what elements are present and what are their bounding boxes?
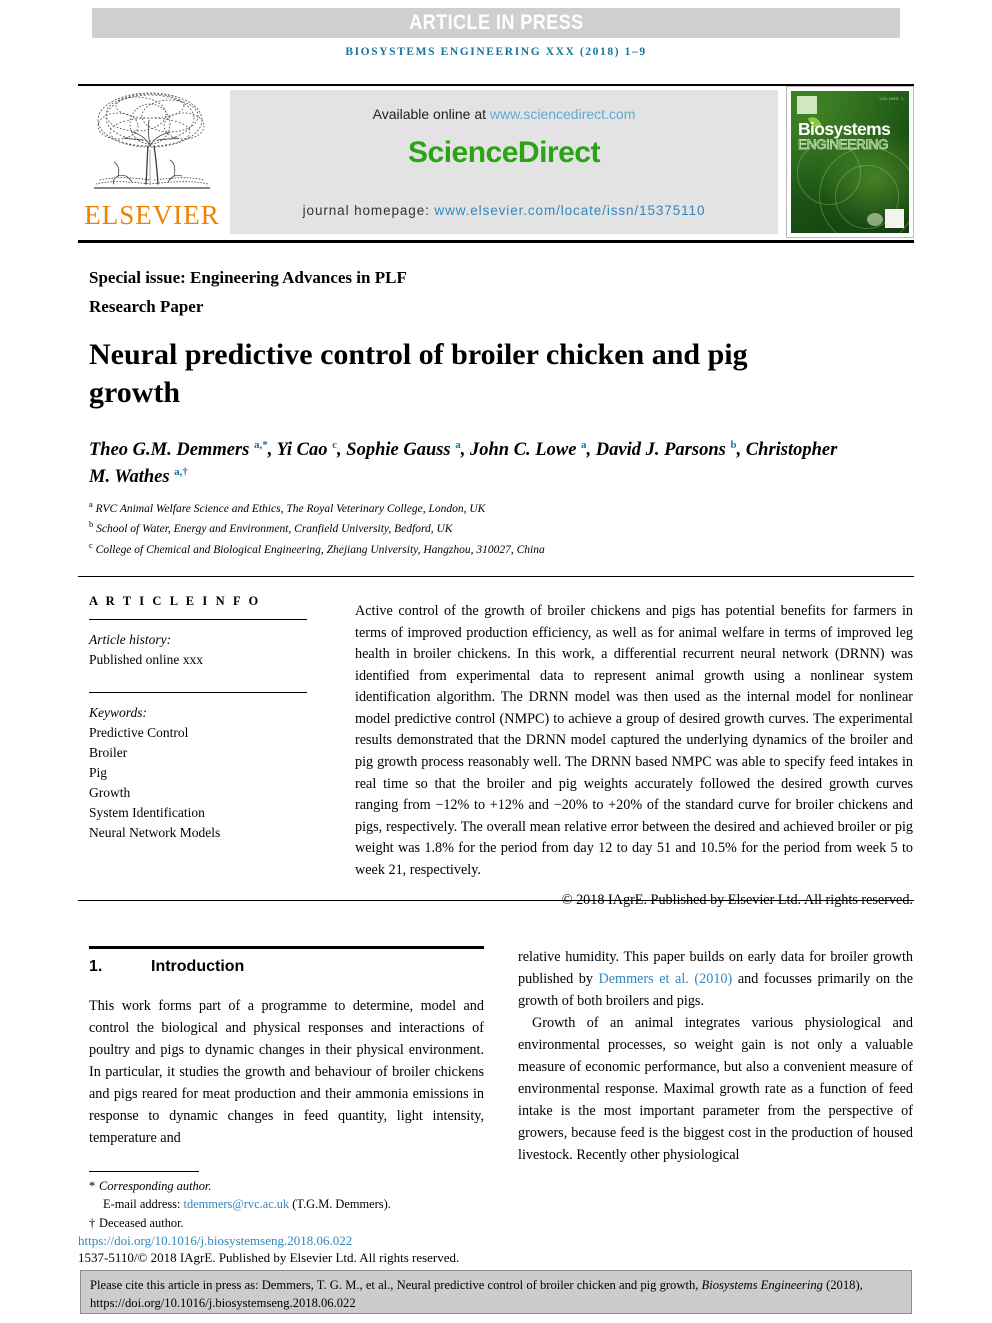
author-separator: , <box>267 440 277 460</box>
affiliation-item: b School of Water, Energy and Environmen… <box>89 518 849 538</box>
masthead-bottom-rule <box>78 240 914 243</box>
special-issue-label: Special issue: Engineering Advances in P… <box>89 268 407 287</box>
page-title: Neural predictive control of broiler chi… <box>89 338 748 410</box>
email-owner: (T.G.M. Demmers). <box>289 1197 391 1212</box>
masthead: ELSEVIER Available online at www.science… <box>78 86 914 238</box>
section-top-rule <box>89 946 484 949</box>
email-label: E-mail address: <box>103 1197 184 1212</box>
author-separator: , <box>586 440 596 460</box>
journal-homepage-prefix: journal homepage: <box>302 203 435 218</box>
footnote-rule <box>89 1171 199 1172</box>
affiliation-list: a RVC Animal Welfare Science and Ethics,… <box>89 498 849 559</box>
cite-text-pre: Please cite this article in press as: De… <box>90 1278 702 1292</box>
body-column-right: relative humidity. This paper builds on … <box>518 946 913 1166</box>
abstract-column: Active control of the growth of broiler … <box>355 601 913 911</box>
keyword-item: Predictive Control <box>89 724 189 740</box>
sciencedirect-logo[interactable]: ScienceDirect <box>408 136 600 170</box>
issn-copyright-line: 1537-5110/© 2018 IAgrE. Published by Els… <box>78 1250 460 1265</box>
author-name: David J. Parsons <box>595 440 731 460</box>
footnote-block: * Corresponding author. E-mail address: t… <box>89 1177 509 1232</box>
cover-logo-badge <box>867 213 883 226</box>
paper-type-label: Research Paper <box>89 297 204 316</box>
article-in-press-label: ARTICLE IN PRESS <box>408 11 584 34</box>
journal-homepage-line: journal homepage: www.elsevier.com/locat… <box>303 203 706 218</box>
corresponding-author-note: * Corresponding author. <box>89 1177 509 1195</box>
journal-running-head: BIOSYSTEMS ENGINEERING XXX (2018) 1–9 <box>345 46 647 58</box>
affiliation-text: College of Chemical and Biological Engin… <box>92 543 545 556</box>
author-separator: , <box>460 440 471 460</box>
available-online-line: Available online at www.sciencedirect.co… <box>373 106 636 122</box>
cite-journal-name: Biosystems Engineering <box>701 1278 823 1292</box>
deceased-author-text: Deceased author. <box>99 1215 184 1230</box>
article-history-label: Article history: <box>89 632 172 647</box>
doi-link[interactable]: https://doi.org/10.1016/j.biosystemseng.… <box>78 1233 352 1249</box>
section-title: Introduction <box>151 958 245 975</box>
email-link[interactable]: tdemmers@rvc.ac.uk <box>184 1197 290 1211</box>
author-list: Theo G.M. Demmers a,*, Yi Cao c, Sophie … <box>89 437 849 491</box>
author-name: Theo G.M. Demmers <box>89 440 254 460</box>
keyword-item: Broiler <box>89 744 128 760</box>
article-history-value: Published online xxx <box>89 651 203 667</box>
author-separator: , <box>736 440 746 460</box>
keyword-item: Neural Network Models <box>89 824 221 840</box>
author-separator: , <box>337 440 347 460</box>
author-name: Yi Cao <box>276 440 333 460</box>
article-info-rule-1 <box>89 619 307 620</box>
deceased-author-mark: † <box>89 1215 96 1230</box>
article-info-column: A R T I C L E I N F O Article history: P… <box>89 594 325 843</box>
elsevier-tree-icon <box>94 92 210 189</box>
author-name: John C. Lowe <box>470 440 582 460</box>
cover-subtitle: ENGINEERING <box>798 137 889 153</box>
cover-barcode-icon <box>797 96 817 114</box>
deceased-author-note: † Deceased author. <box>89 1214 509 1232</box>
corresponding-author-mark: * <box>89 1179 96 1193</box>
author-affiliation-mark: a,* <box>253 438 268 451</box>
keyword-item: Growth <box>89 784 131 800</box>
affiliation-text: School of Water, Energy and Environment,… <box>93 523 453 536</box>
abstract-copyright: © 2018 IAgrE. Published by Elsevier Ltd.… <box>561 891 913 908</box>
elsevier-logo: ELSEVIER <box>78 88 226 238</box>
abstract-top-rule <box>78 576 914 577</box>
journal-homepage-link[interactable]: www.elsevier.com/locate/issn/15375110 <box>434 203 705 218</box>
section-heading: 1. Introduction <box>89 958 244 976</box>
sciencedirect-box: Available online at www.sciencedirect.co… <box>230 90 778 234</box>
cover-title: Biosystems <box>798 119 891 139</box>
keywords-list: Predictive Control Broiler Pig Growth System… <box>89 723 325 843</box>
please-cite-box: Please cite this article in press as: De… <box>80 1270 912 1314</box>
section-number: 1. <box>89 958 103 975</box>
article-in-press-band: ARTICLE IN PRESS <box>92 8 900 38</box>
keywords-label: Keywords: <box>89 704 147 720</box>
abstract-text: Active control of the growth of broiler … <box>355 603 913 878</box>
email-note: E-mail address: tdemmers@rvc.ac.uk (T.G.… <box>89 1195 509 1213</box>
citation-link[interactable]: Demmers et al. (2010) <box>599 971 733 987</box>
body-paragraph-1: relative humidity. This paper builds on … <box>518 946 913 1012</box>
body-column-left: This work forms part of a programme to d… <box>89 998 484 1146</box>
keyword-item: System Identification <box>89 804 205 820</box>
affiliation-item: a RVC Animal Welfare Science and Ethics,… <box>89 498 849 518</box>
author-affiliation-mark: a,† <box>174 465 188 478</box>
available-online-prefix: Available online at <box>372 106 490 122</box>
keyword-item: Pig <box>89 764 108 780</box>
journal-cover-art: VOLUME 1 Biosystems ENGINEERING <box>791 91 909 233</box>
cover-publisher-badge <box>885 209 904 228</box>
corresponding-author-text: Corresponding author. <box>99 1179 212 1193</box>
affiliation-item: c College of Chemical and Biological Eng… <box>89 539 849 559</box>
journal-cover-thumbnail: VOLUME 1 Biosystems ENGINEERING <box>786 86 914 238</box>
affiliation-text: RVC Animal Welfare Science and Ethics, T… <box>92 502 486 515</box>
article-info-rule-2 <box>89 691 307 693</box>
author-name: Sophie Gauss <box>346 440 456 460</box>
elsevier-wordmark: ELSEVIER <box>84 200 220 230</box>
article-info-heading: A R T I C L E I N F O <box>89 594 261 608</box>
cover-issue-label: VOLUME 1 <box>879 97 904 101</box>
sciencedirect-url-link[interactable]: www.sciencedirect.com <box>490 106 636 122</box>
body-paragraph-2: Growth of an animal integrates various p… <box>518 1015 913 1163</box>
